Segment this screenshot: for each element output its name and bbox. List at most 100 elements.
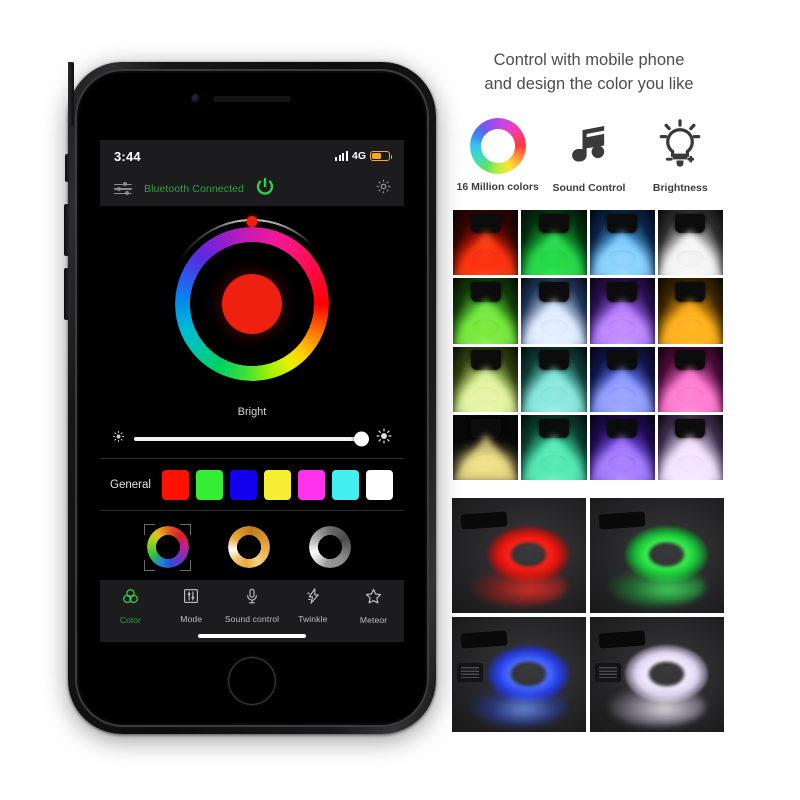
nav-item-meteor[interactable]: Meteor [343,587,404,625]
sliders-box-icon [182,587,200,610]
color-swatch-row [162,469,395,500]
feature-label-colors: 16 Million colors [456,181,539,193]
brightness-label: Bright [237,406,267,418]
lightning-bolt-icon [304,587,322,610]
spotlight-cell [589,414,655,480]
preset-amber-ring[interactable] [225,524,272,571]
bluetooth-status-label: Bluetooth Connected [144,183,244,195]
color-circles-icon [121,587,140,611]
color-wheel-icon [469,118,526,174]
network-type-label: 4G [351,150,366,162]
spotlight-cell [657,346,723,412]
spotlight-color-grid [453,210,723,480]
swatch-yellow[interactable] [264,469,291,500]
general-colors-section: General [100,459,404,511]
sun-large-icon [376,428,392,449]
battery-icon [370,151,392,161]
brightness-slider[interactable] [134,431,369,446]
volume-down-button[interactable] [64,268,70,320]
home-indicator-bar [198,634,306,638]
general-label: General [110,478,151,491]
spotlight-cell [657,278,723,344]
bottom-nav: Color Mode Sound control Twinkle Meteor [100,580,404,642]
phone-body: 3:44 4G Bluetooth Connected Bright Gener… [75,69,429,727]
swatch-magenta[interactable] [298,469,325,500]
swatch-red[interactable] [162,469,189,500]
amber-ring-icon [227,526,270,568]
front-camera [191,94,200,103]
status-clock: 3:44 [114,148,141,164]
volume-up-button[interactable] [64,204,70,256]
fiber-optic-grid [452,498,724,733]
fiber-cell-white [590,617,724,733]
spotlight-cell [521,278,587,344]
nav-item-sound-control[interactable]: Sound control [222,587,283,624]
feature-row: 16 Million colors Sound Control Brightne… [452,118,726,194]
home-button[interactable] [228,657,276,705]
swatch-cyan[interactable] [332,469,359,500]
swatch-white[interactable] [366,469,393,500]
phone-screen: 3:44 4G Bluetooth Connected Bright Gener… [100,140,404,642]
brightness-slider-thumb[interactable] [354,431,369,446]
spotlight-cell [453,278,519,344]
sliders-menu-icon[interactable] [114,182,132,195]
spotlight-cell [589,346,655,412]
selected-color-swatch [222,274,282,334]
fiber-cell-red [452,498,586,614]
brightness-section: Bright [100,402,404,459]
status-indicators: 4G [335,150,392,162]
mute-switch[interactable] [65,154,70,182]
nav-label-sound-control: Sound control [224,614,280,624]
earpiece-speaker [213,96,291,102]
nav-label-color: Color [119,615,141,625]
color-wheel-section [100,206,404,402]
microphone-icon [243,587,261,610]
nav-label-meteor: Meteor [359,615,388,625]
preset-grayscale-ring[interactable] [306,524,353,571]
brightness-slider-row [112,428,392,449]
preset-ring-section [100,511,404,583]
hue-handle[interactable] [246,216,258,227]
rainbow-ring-icon [146,526,189,568]
marketing-headline: Control with mobile phone and design the… [452,48,726,96]
swatch-blue[interactable] [230,469,257,500]
feature-label-sound: Sound Control [552,182,626,194]
color-wheel[interactable] [166,216,338,390]
spotlight-cell [657,414,723,480]
music-note-icon [563,118,615,175]
preset-rainbow-ring[interactable] [144,523,191,571]
headline-line-2: and design the color you like [484,75,694,93]
phone-mockup: 3:44 4G Bluetooth Connected Bright Gener… [64,62,436,734]
nav-item-color[interactable]: Color [100,587,161,625]
spotlight-cell [589,210,655,276]
nav-item-mode[interactable]: Mode [161,587,222,624]
spotlight-cell [453,210,519,276]
spotlight-cell [589,278,655,344]
gear-icon[interactable] [375,178,392,200]
light-bulb-icon [654,118,706,175]
spotlight-cell [453,346,519,412]
nav-item-twinkle[interactable]: Twinkle [282,587,343,624]
feature-colors: 16 Million colors [452,118,543,194]
feature-label-brightness: Brightness [652,182,708,194]
nav-label-mode: Mode [180,614,203,624]
spotlight-cell [521,414,587,480]
nav-label-twinkle: Twinkle [298,614,328,624]
spotlight-cell [521,346,587,412]
status-bar: 3:44 4G [100,140,404,172]
power-icon[interactable] [254,176,276,203]
sun-small-icon [112,430,125,448]
spotlight-cell [453,414,519,480]
power-side-button[interactable] [68,62,74,126]
signal-bars-icon [335,151,348,161]
spotlight-cell [521,210,587,276]
fiber-cell-blue [452,617,586,733]
feature-brightness: Brightness [635,118,726,194]
fiber-cell-green [590,498,724,614]
grayscale-ring-icon [308,526,351,568]
star-icon [364,587,383,611]
headline-line-1: Control with mobile phone [493,51,685,69]
page-root: 3:44 4G Bluetooth Connected Bright Gener… [0,0,800,800]
app-header: Bluetooth Connected [100,172,404,206]
swatch-green[interactable] [196,469,223,500]
